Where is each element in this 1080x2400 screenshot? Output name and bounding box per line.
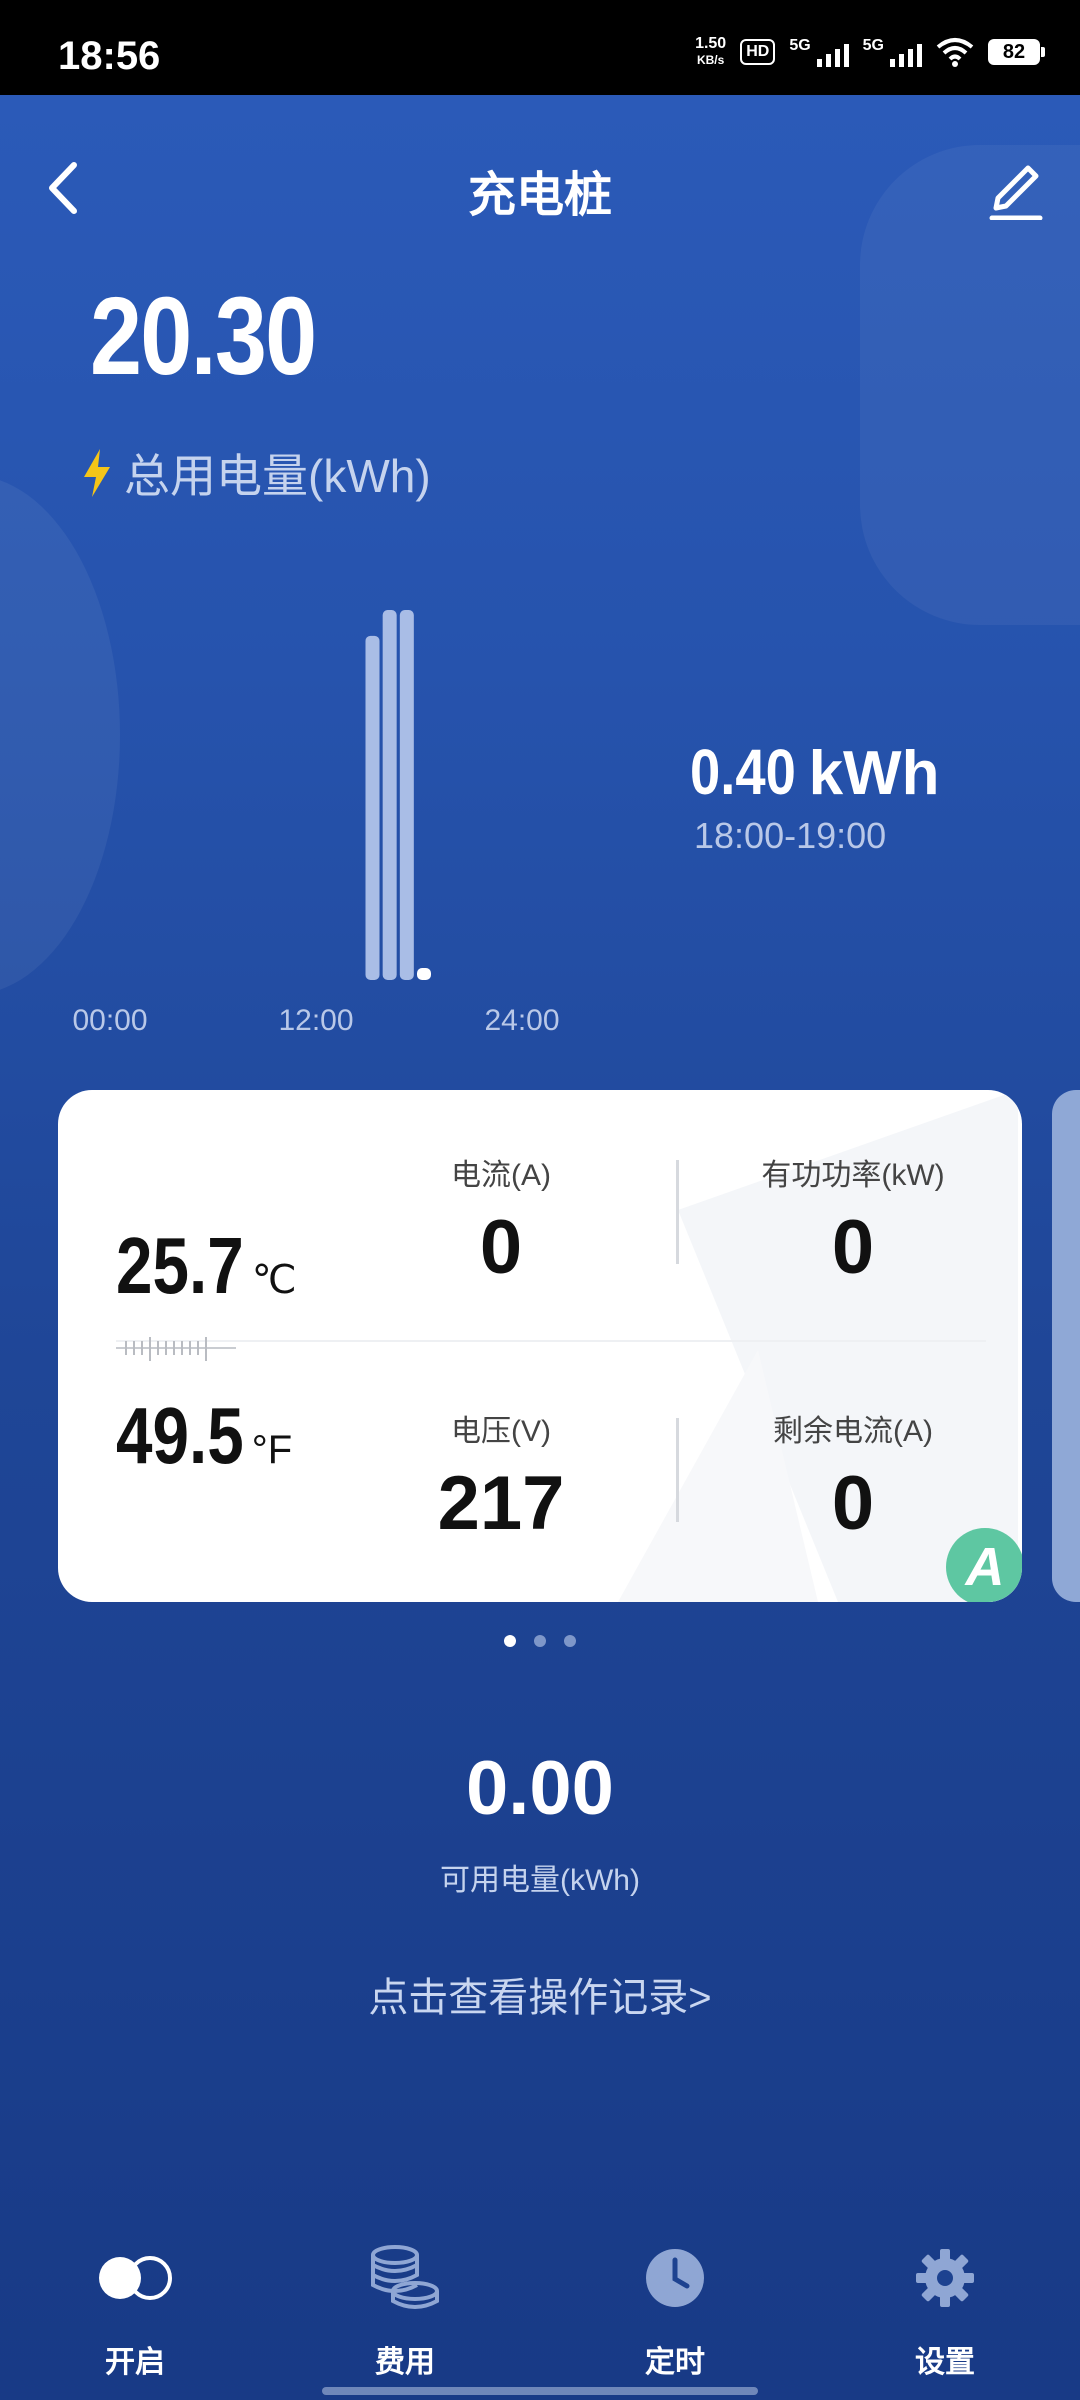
card-pager: [0, 1635, 1080, 1647]
selected-bar-value: 0.40: [690, 736, 796, 808]
selected-bar-info: 0.40 kWh: [690, 735, 939, 809]
network-speed: 1.50 KB/s: [695, 36, 726, 68]
residual-current-metric: 剩余电流(A) 0: [703, 1406, 1003, 1547]
wifi-icon: [936, 38, 974, 67]
nav-item-cost[interactable]: 费用: [270, 2195, 540, 2395]
voltage-label: 电压(V): [451, 1415, 551, 1448]
pager-dot-3[interactable]: [564, 1635, 576, 1647]
x-tick-label: 24:00: [484, 1004, 559, 1037]
status-icons: 1.50 KB/s HD 5G 5G 82: [695, 30, 1045, 74]
signal-5g-icon-2: 5G: [863, 37, 922, 67]
status-time: 18:56: [58, 34, 161, 78]
signal-5g-icon: 5G: [789, 37, 849, 67]
chart-bar[interactable]: [417, 968, 431, 980]
selected-bar-unit: kWh: [808, 739, 940, 808]
battery-icon: 82: [988, 39, 1045, 65]
residual-current-value: 0: [831, 1461, 875, 1546]
x-tick-label: 00:00: [72, 1004, 147, 1037]
bottom-nav: 开启 费用 定时 设置: [0, 2195, 1080, 2395]
hourly-energy-chart[interactable]: 00:00 12:00 24:00: [0, 95, 1080, 1095]
nav-label-settings: 设置: [915, 2346, 975, 2379]
net-speed-unit: KB/s: [696, 53, 725, 67]
operation-record-link[interactable]: 点击查看操作记录>: [0, 1965, 1080, 2023]
temperature-fahrenheit-value: 49.5: [116, 1391, 244, 1480]
nav-label-on: 开启: [105, 2346, 165, 2379]
x-tick-label: 12:00: [278, 1004, 353, 1037]
active-power-metric: 有功功率(kW) 0: [703, 1150, 1003, 1291]
temperature-fahrenheit: 49.5 °F: [116, 1390, 292, 1482]
next-card-peek[interactable]: [1052, 1090, 1080, 1602]
toggle-icon: [95, 2235, 175, 2321]
nav-label-timer: 定时: [645, 2346, 705, 2379]
metric-divider-2: [676, 1418, 679, 1522]
nav-item-timer[interactable]: 定时: [540, 2195, 810, 2395]
available-energy-label: 可用电量(kWh): [440, 1864, 640, 1897]
current-label: 电流(A): [451, 1159, 551, 1192]
selected-bar-range: 18:00-19:00: [694, 815, 887, 856]
gear-icon: [914, 2235, 976, 2321]
active-power-value: 0: [831, 1205, 875, 1290]
temperature-celsius-value: 25.7: [116, 1221, 244, 1310]
hd-icon: HD: [740, 39, 776, 65]
coins-icon: [365, 2235, 445, 2321]
auto-mode-badge[interactable]: A: [946, 1528, 1022, 1602]
pager-dot-1[interactable]: [504, 1635, 516, 1647]
main-screen: 充电桩 20.30 总用电量(kWh) 00:00 12:00 24:00 0.40…: [0, 95, 1080, 2400]
status-bar: 18:56 1.50 KB/s HD 5G 5G 82: [0, 0, 1080, 95]
chart-bar[interactable]: [399, 610, 414, 980]
voltage-metric: 电压(V) 217: [351, 1406, 651, 1547]
temperature-fahrenheit-unit: °F: [251, 1428, 293, 1472]
temperature-celsius: 25.7 ℃: [116, 1220, 297, 1312]
available-energy-value: 0.00: [466, 1746, 614, 1831]
clock-icon: [643, 2235, 707, 2321]
active-power-label: 有功功率(kW): [761, 1159, 945, 1192]
metrics-card[interactable]: 25.7 ℃ 49.5 °F 电流(A) 0 有功功率(kW) 0 电压(V) …: [58, 1090, 1022, 1602]
pager-dot-2[interactable]: [534, 1635, 546, 1647]
temperature-celsius-unit: ℃: [251, 1258, 297, 1302]
chart-bar[interactable]: [365, 635, 380, 980]
metric-divider: [676, 1160, 679, 1264]
current-value: 0: [479, 1205, 523, 1290]
residual-current-label: 剩余电流(A): [773, 1415, 933, 1448]
voltage-value: 217: [437, 1461, 565, 1546]
sim2-label: 5G: [862, 37, 884, 54]
home-indicator[interactable]: [322, 2387, 758, 2395]
sim1-label: 5G: [789, 37, 811, 54]
net-speed-value: 1.50: [695, 35, 727, 52]
chart-bar[interactable]: [382, 610, 397, 980]
nav-item-settings[interactable]: 设置: [810, 2195, 1080, 2395]
nav-item-on[interactable]: 开启: [0, 2195, 270, 2395]
nav-label-cost: 费用: [375, 2346, 435, 2379]
temperature-gauge-icon: [116, 1337, 236, 1361]
chart-svg[interactable]: 00:00 12:00 24:00: [0, 95, 1080, 1095]
current-metric: 电流(A) 0: [351, 1150, 651, 1291]
card-divider: [116, 1340, 986, 1342]
